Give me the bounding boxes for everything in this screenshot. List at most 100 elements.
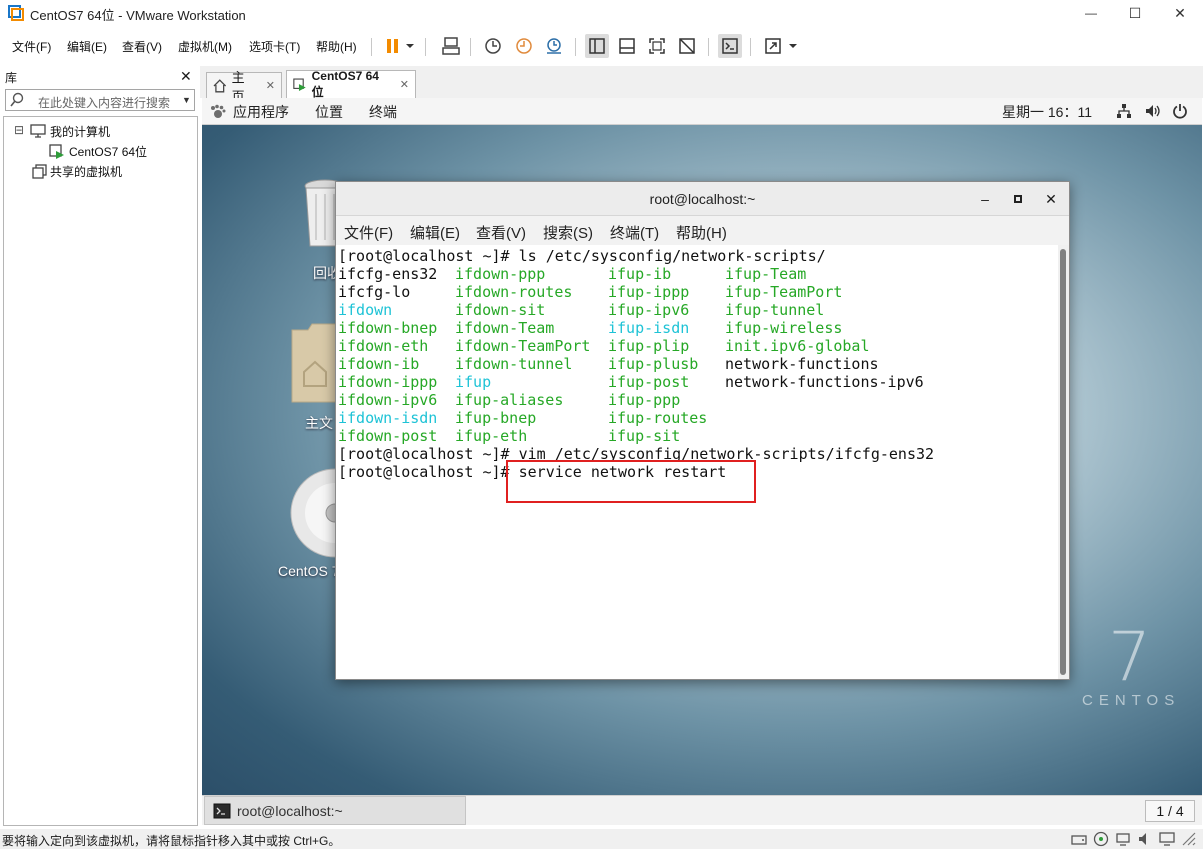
tree-item-vm[interactable]: CentOS7 64位: [69, 143, 147, 160]
terminal-listing-entry: ifcfg-ens32: [338, 265, 438, 283]
terminal-listing-entry: ifdown-isdn: [338, 409, 438, 427]
tree-collapse-icon[interactable]: ⊟: [14, 123, 24, 137]
status-text: 要将输入定向到该虚拟机，请将鼠标指针移入其中或按 Ctrl+G。: [2, 834, 341, 848]
highlight-annotation: [506, 460, 756, 503]
gnome-top-bar: 应用程序 位置 终端 星期一 16：11: [202, 98, 1202, 125]
stretch-icon[interactable]: [761, 34, 785, 58]
terminal-menu-file[interactable]: 文件(F): [344, 222, 393, 243]
terminal-menu-edit[interactable]: 编辑(E): [410, 222, 460, 243]
terminal-listing-entry: ifup-ib: [608, 265, 672, 283]
terminal-listing-entry: ifup-Team: [725, 265, 807, 283]
power-dropdown-icon[interactable]: [402, 34, 418, 58]
network-icon[interactable]: [1116, 103, 1132, 119]
menu-file[interactable]: 文件(F): [12, 38, 51, 55]
terminal-minimize-button[interactable]: –: [974, 188, 996, 210]
terminal-listing-entry: ifdown-sit: [455, 301, 546, 319]
terminal-close-button[interactable]: ✕: [1040, 188, 1062, 210]
terminal-listing-entry: ifup-TeamPort: [725, 283, 843, 301]
computer-icon: [30, 124, 46, 138]
search-dropdown-icon[interactable]: ▼: [182, 95, 191, 105]
centos-watermark-number: 7: [1108, 618, 1152, 697]
toolbar-separator: [708, 38, 709, 56]
fullscreen-icon[interactable]: [645, 34, 669, 58]
minimize-button[interactable]: —: [1068, 0, 1114, 26]
tab-home-close-icon[interactable]: ✕: [266, 79, 275, 92]
terminal-listing-entry: ifdown-TeamPort: [455, 337, 591, 355]
terminal-window[interactable]: root@localhost:~ – ✕ 文件(F) 编辑(E) 查看(V) 搜…: [335, 181, 1070, 680]
tree-item-my-computer[interactable]: 我的计算机: [50, 123, 110, 140]
terminal-menubar: 文件(F) 编辑(E) 查看(V) 搜索(S) 终端(T) 帮助(H): [336, 216, 1069, 245]
hdd-icon[interactable]: [1071, 831, 1087, 847]
desktop-label-cd: CentOS 7: [278, 563, 340, 579]
library-header: 库 ✕: [0, 66, 198, 86]
cdrom-icon[interactable]: [1093, 831, 1109, 847]
tab-centos7[interactable]: CentOS7 64位 ✕: [286, 69, 416, 99]
tab-centos7-label: CentOS7 64位: [311, 69, 379, 99]
search-icon: [10, 92, 24, 107]
send-keys-icon[interactable]: [439, 34, 463, 58]
console-icon[interactable]: [718, 34, 742, 58]
menu-help[interactable]: 帮助(H): [316, 38, 357, 55]
taskbar-item-terminal[interactable]: root@localhost:~: [204, 796, 466, 825]
home-folder-icon[interactable]: [290, 320, 340, 404]
terminal-listing-entry: ifup-plip: [608, 337, 690, 355]
snapshot-icon[interactable]: [481, 34, 505, 58]
terminal-titlebar[interactable]: root@localhost:~ – ✕: [336, 182, 1069, 216]
terminal-menu-terminal[interactable]: 终端(T): [610, 222, 659, 243]
terminal-menu-view[interactable]: 查看(V): [476, 222, 526, 243]
sidebar-toggle-icon[interactable]: [585, 34, 609, 58]
library-search-input[interactable]: 在此处键入内容进行搜索 ▼: [5, 89, 195, 111]
network-adapter-icon[interactable]: [1115, 831, 1131, 847]
terminal-maximize-button[interactable]: [1007, 188, 1029, 210]
terminal-listing-entry: ifup-tunnel: [725, 301, 825, 319]
terminal-menu-help[interactable]: 帮助(H): [676, 222, 727, 243]
toolbar-separator: [425, 38, 426, 56]
unity-icon[interactable]: [675, 34, 699, 58]
maximize-button[interactable]: ☐: [1112, 0, 1158, 26]
toolbar-separator: [575, 38, 576, 56]
revert-snapshot-icon[interactable]: [512, 34, 536, 58]
gnome-terminal-menu[interactable]: 终端: [369, 102, 397, 122]
stretch-dropdown-icon[interactable]: [785, 34, 801, 58]
gnome-places-menu[interactable]: 位置: [315, 102, 343, 122]
terminal-icon: [213, 803, 231, 818]
library-close-button[interactable]: ✕: [180, 68, 192, 85]
volume-icon[interactable]: [1144, 103, 1162, 119]
message-log-icon[interactable]: [1181, 831, 1197, 847]
terminal-listing-entry: ifup-post: [608, 373, 690, 391]
terminal-listing-entry: ifdown: [338, 301, 393, 319]
gnome-clock[interactable]: 星期一 16：11: [1002, 102, 1092, 122]
terminal-listing-entry: ifup-ippp: [608, 283, 690, 301]
terminal-scrollbar[interactable]: [1058, 245, 1069, 679]
snapshot-manager-icon[interactable]: [542, 34, 566, 58]
power-icon[interactable]: [1172, 103, 1188, 119]
display-icon[interactable]: [1159, 831, 1175, 847]
terminal-listing-entry: ifdown-ippp: [338, 373, 438, 391]
menu-toolbar: 文件(F) 编辑(E) 查看(V) 虚拟机(M) 选项卡(T) 帮助(H): [0, 28, 1203, 64]
tab-home[interactable]: 主页 ✕: [206, 70, 282, 104]
terminal-menu-search[interactable]: 搜索(S): [543, 222, 593, 243]
window-title: CentOS7 64位 - VMware Workstation: [30, 8, 246, 23]
terminal-listing-entry: ifdown-ppp: [455, 265, 546, 283]
terminal-scrollbar-thumb[interactable]: [1060, 249, 1066, 675]
terminal-listing-entry: ifdown-bnep: [338, 319, 438, 337]
menu-edit[interactable]: 编辑(E): [67, 38, 107, 55]
terminal-listing-entry: ifcfg-lo: [338, 283, 411, 301]
desktop-label-home: 主文: [305, 415, 333, 431]
gnome-foot-icon: [211, 104, 226, 118]
workspace-indicator[interactable]: 1 / 4: [1145, 800, 1195, 822]
library-title: 库: [5, 71, 18, 85]
tree-item-shared-vms[interactable]: 共享的虚拟机: [50, 163, 122, 180]
menu-tabs[interactable]: 选项卡(T): [249, 38, 300, 55]
vm-console[interactable]: 应用程序 位置 终端 星期一 16：11 回收 主文 CentOS 7 7 CE…: [202, 98, 1202, 795]
close-button[interactable]: ✕: [1157, 0, 1203, 26]
terminal-listing-entry: ifdown-ipv6: [338, 391, 438, 409]
menu-view[interactable]: 查看(V): [122, 38, 162, 55]
menu-vm[interactable]: 虚拟机(M): [178, 38, 232, 55]
gnome-applications-menu[interactable]: 应用程序: [233, 102, 289, 122]
sound-card-icon[interactable]: [1137, 831, 1153, 847]
terminal-listing-entry: ifdown-Team: [455, 319, 555, 337]
thumbnail-icon[interactable]: [615, 34, 639, 58]
tab-centos7-close-icon[interactable]: ✕: [400, 78, 409, 91]
taskbar-item-label: root@localhost:~: [237, 802, 343, 819]
